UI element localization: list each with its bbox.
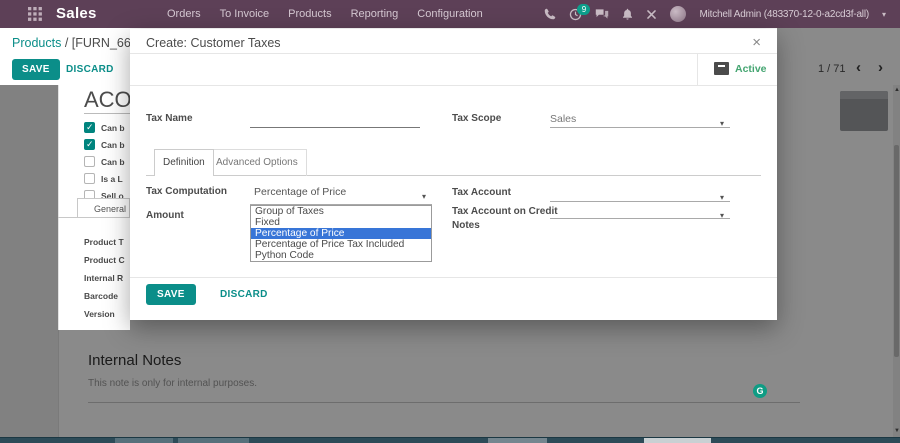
checkbox-unchecked-icon[interactable] xyxy=(84,173,95,184)
modal-overlay xyxy=(0,85,58,443)
grammarly-icon[interactable]: G xyxy=(753,384,767,398)
active-toggle-button[interactable]: Active xyxy=(735,63,767,75)
modal-discard-button[interactable]: DISCARD xyxy=(220,289,268,300)
checkbox-unchecked-icon[interactable] xyxy=(84,156,95,167)
main-menu: Orders To Invoice Products Reporting Con… xyxy=(167,0,483,28)
dropdown-option[interactable]: Fixed xyxy=(251,217,431,228)
taskbar-segment xyxy=(488,438,547,443)
menu-orders[interactable]: Orders xyxy=(167,8,201,20)
tax-name-label: Tax Name xyxy=(146,113,193,124)
app-name: Sales xyxy=(56,5,97,22)
tax-account-credit-label: Tax Account on Credit xyxy=(452,206,558,217)
button-box-divider xyxy=(130,85,777,86)
user-menu[interactable]: Mitchell Admin (483370-12-0-a2cd3f-all) xyxy=(699,9,869,20)
tax-computation-select[interactable]: Percentage of Price xyxy=(254,186,346,198)
dropdown-option[interactable]: Percentage of Price Tax Included xyxy=(251,239,431,250)
tab-advanced-options[interactable]: Advanced Options xyxy=(207,149,307,176)
tax-scope-underline xyxy=(550,127,730,128)
bell-icon[interactable] xyxy=(622,8,633,20)
product-name: ACO xyxy=(84,87,132,112)
menu-products[interactable]: Products xyxy=(288,8,331,20)
activity-count-badge: 9 xyxy=(577,3,591,15)
top-navbar: Sales Orders To Invoice Products Reporti… xyxy=(0,0,900,28)
chevron-down-icon[interactable] xyxy=(720,113,724,131)
tab-definition[interactable]: Definition xyxy=(154,149,214,176)
phone-icon[interactable] xyxy=(544,8,556,20)
field-label-product-category: Product C xyxy=(84,255,125,265)
dialog-title: Create: Customer Taxes xyxy=(146,36,281,50)
menu-reporting[interactable]: Reporting xyxy=(351,8,399,20)
tax-name-input[interactable] xyxy=(250,127,420,128)
save-button[interactable]: SAVE xyxy=(12,59,60,80)
checkbox-label: Can b xyxy=(101,157,125,167)
breadcrumb: Products / [FURN_666 xyxy=(12,36,138,50)
tax-account-label: Tax Account xyxy=(452,187,511,198)
checkbox-label: Can b xyxy=(101,140,125,150)
field-label-internal-reference: Internal R xyxy=(84,273,124,283)
stat-button-divider xyxy=(697,54,698,85)
tax-computation-label: Tax Computation xyxy=(146,186,227,197)
taskbar-segment xyxy=(115,438,173,443)
dropdown-option-selected[interactable]: Percentage of Price xyxy=(251,228,431,239)
checkbox-checked-icon[interactable] xyxy=(84,122,95,133)
breadcrumb-current: [FURN_666 xyxy=(71,36,138,50)
product-name-underline xyxy=(84,113,130,114)
tools-icon[interactable] xyxy=(646,9,657,20)
dropdown-option[interactable]: Python Code xyxy=(251,250,431,261)
field-label-product-type: Product T xyxy=(84,237,124,247)
checkbox-label: Can b xyxy=(101,123,125,133)
breadcrumb-products-link[interactable]: Products xyxy=(12,36,61,50)
modal-save-button[interactable]: SAVE xyxy=(146,284,196,305)
screen: Sales Orders To Invoice Products Reporti… xyxy=(0,0,900,443)
activities-clock-icon[interactable]: 9 xyxy=(569,3,591,21)
menu-to-invoice[interactable]: To Invoice xyxy=(220,8,270,20)
dialog-footer-divider xyxy=(130,277,777,278)
taskbar-segment xyxy=(178,438,249,443)
amount-label: Amount xyxy=(146,210,184,221)
breadcrumb-separator: / xyxy=(61,36,72,50)
taskbar-segment xyxy=(644,438,711,443)
messages-icon[interactable] xyxy=(595,8,609,20)
field-label-version: Version xyxy=(84,309,115,319)
modal-overlay xyxy=(130,320,777,443)
modal-overlay xyxy=(777,28,900,443)
tab-general-information[interactable]: General xyxy=(77,198,130,218)
modal-overlay xyxy=(58,330,130,443)
chevron-down-icon[interactable] xyxy=(720,187,724,205)
checkbox-label: Is a L xyxy=(101,174,123,184)
apps-grid-icon[interactable] xyxy=(28,7,42,21)
close-icon[interactable]: × xyxy=(752,34,761,51)
notebook-border xyxy=(58,217,130,218)
tax-account-select[interactable] xyxy=(550,201,730,202)
menu-configuration[interactable]: Configuration xyxy=(417,8,482,20)
create-customer-taxes-dialog: Create: Customer Taxes × Active Tax Name… xyxy=(130,29,777,320)
chevron-down-icon[interactable] xyxy=(720,205,724,223)
user-avatar[interactable] xyxy=(670,6,687,22)
checkbox-checked-icon[interactable] xyxy=(84,139,95,150)
archive-box-icon[interactable] xyxy=(714,62,729,75)
field-label-barcode: Barcode xyxy=(84,291,119,301)
discard-button[interactable]: DISCARD xyxy=(66,64,114,75)
tax-scope-label: Tax Scope xyxy=(452,113,502,124)
dropdown-option[interactable]: Group of Taxes xyxy=(251,206,431,217)
tax-scope-select[interactable]: Sales xyxy=(550,113,576,125)
tax-account-credit-label-2: Notes xyxy=(452,220,480,231)
tax-account-credit-select[interactable] xyxy=(550,218,730,219)
user-menu-caret-icon: ▾ xyxy=(881,9,886,19)
navbar-systray: 9 Mitchell Admin (483370-12-0-a2cd3f-all… xyxy=(544,0,886,28)
tax-computation-dropdown: Group of Taxes Fixed Percentage of Price… xyxy=(250,205,432,262)
chevron-down-icon[interactable] xyxy=(422,186,426,204)
dialog-header-divider xyxy=(130,53,777,54)
